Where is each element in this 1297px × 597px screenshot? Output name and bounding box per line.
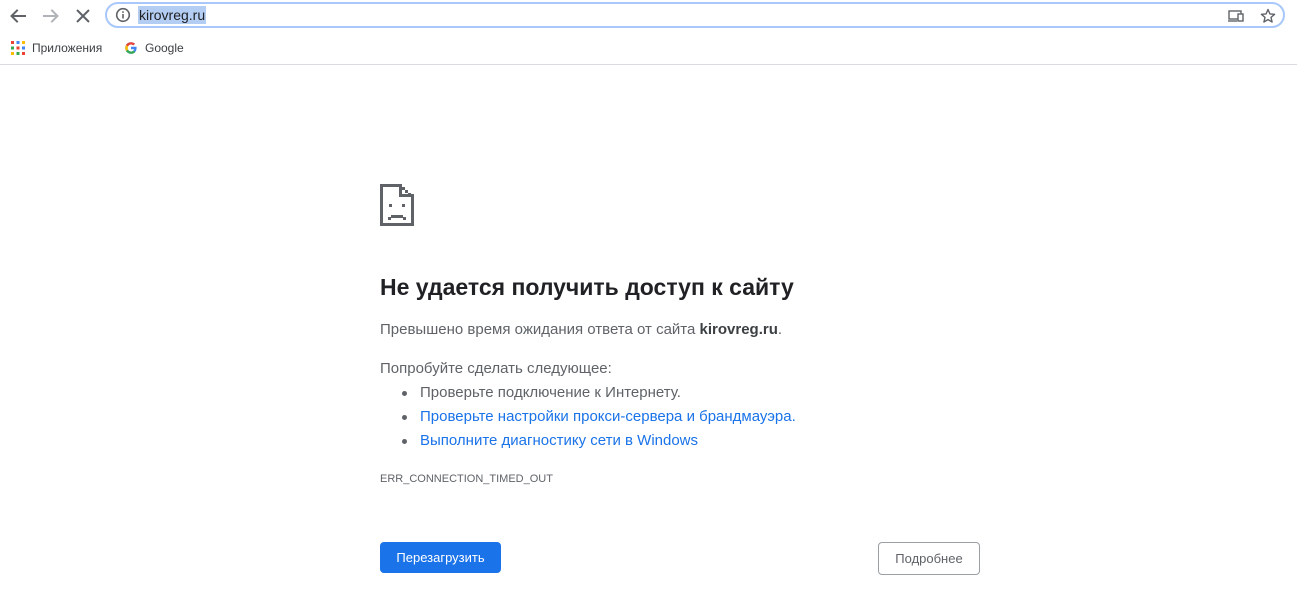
close-icon: [76, 9, 90, 23]
star-icon: [1260, 8, 1276, 23]
back-button[interactable]: [5, 3, 31, 29]
arrow-right-icon: [43, 9, 59, 23]
stop-loading-button[interactable]: [70, 3, 96, 29]
browser-toolbar: kirovreg.ru: [0, 0, 1297, 32]
details-button[interactable]: Подробнее: [878, 542, 980, 575]
bookmark-star-button[interactable]: [1259, 7, 1277, 25]
suggestion-run-diagnostics-link[interactable]: Выполните диагностику сети в Windows: [380, 431, 796, 455]
forward-button[interactable]: [38, 3, 64, 29]
suggestions-list: Проверьте подключение к Интернету. Прове…: [380, 383, 796, 455]
bookmark-google-label: Google: [145, 41, 184, 55]
address-bar[interactable]: kirovreg.ru: [105, 2, 1285, 28]
url-text[interactable]: kirovreg.ru: [138, 6, 207, 24]
reload-button[interactable]: Перезагрузить: [380, 542, 501, 573]
error-summary-prefix: Превышено время ожидания ответа от сайта: [380, 321, 700, 338]
bookmark-apps-label: Приложения: [32, 41, 103, 55]
bookmarks-bar: Приложения Google: [0, 32, 1297, 65]
bookmark-apps[interactable]: Приложения: [11, 38, 102, 58]
cast-icon: [1228, 10, 1244, 22]
sad-page-icon: [380, 184, 414, 226]
suggestions-heading: Попробуйте сделать следующее:: [380, 360, 612, 377]
error-title: Не удается получить доступ к сайту: [380, 274, 794, 300]
error-summary: Превышено время ожидания ответа от сайта…: [380, 321, 782, 338]
suggestion-check-proxy-link[interactable]: Проверьте настройки прокси-сервера и бра…: [380, 407, 796, 431]
arrow-left-icon: [10, 9, 26, 23]
google-g-icon: [124, 41, 138, 55]
suggestion-check-connection: Проверьте подключение к Интернету.: [380, 383, 796, 407]
bookmark-google[interactable]: Google: [124, 38, 184, 58]
error-summary-suffix: .: [777, 321, 783, 338]
cast-button[interactable]: [1227, 7, 1245, 25]
info-circle-icon[interactable]: [115, 7, 131, 23]
error-code: ERR_CONNECTION_TIMED_OUT: [380, 473, 553, 485]
error-host: kirovreg.ru: [699, 321, 778, 338]
apps-grid-icon: [11, 41, 25, 55]
